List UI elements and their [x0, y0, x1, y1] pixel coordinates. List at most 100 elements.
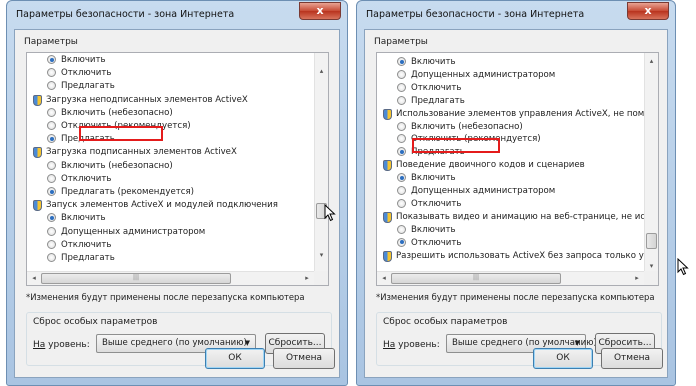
mouse-cursor-icon — [677, 258, 689, 276]
setting-label: Загрузка подписанных элементов ActiveX — [46, 147, 237, 158]
setting-label: Показывать видео и анимацию на веб-стран… — [396, 211, 656, 222]
left-client-area: Параметры Предлагать Отключить Допущенных … — [14, 29, 340, 378]
settings-category-icon — [382, 160, 392, 172]
right-settings-list[interactable]: Разрешить использовать ActiveX без запро… — [376, 52, 659, 286]
setting-label: Отключить — [61, 173, 112, 184]
radio-unchecked-icon[interactable] — [397, 82, 406, 92]
setting-label: Отключить — [411, 237, 462, 248]
left-ok-button[interactable]: ОК — [205, 348, 265, 369]
setting-label: Поведение двоичного кодов и сценариев — [396, 160, 585, 171]
setting-radio-option[interactable]: Включить — [47, 54, 106, 66]
radio-unchecked-icon[interactable] — [47, 226, 56, 236]
radio-unchecked-icon[interactable] — [47, 81, 56, 91]
setting-label: Включить (небезопасно) — [61, 160, 173, 171]
scroll-up-icon[interactable]: ▴ — [316, 65, 327, 77]
radio-checked-icon[interactable] — [47, 213, 56, 223]
setting-radio-option[interactable]: Допущенных администратором — [397, 69, 555, 81]
radio-unchecked-icon[interactable] — [47, 68, 56, 78]
scroll-left-icon[interactable]: ◂ — [378, 273, 390, 284]
right-scroll-corner — [644, 271, 658, 285]
setting-label: Предлагать — [411, 95, 465, 106]
right-cancel-button[interactable]: Отмена — [601, 348, 663, 369]
radio-checked-icon[interactable] — [47, 187, 56, 196]
setting-label: Разрешить использовать ActiveX без запро… — [396, 250, 654, 261]
setting-radio-option[interactable]: Допущенных администратором — [397, 185, 555, 197]
left-horizontal-scrollbar[interactable]: ◂ ||| ▸ — [27, 271, 314, 285]
radio-unchecked-icon[interactable] — [397, 186, 406, 195]
right-scroll-thumb[interactable] — [646, 233, 657, 249]
radio-unchecked-icon[interactable] — [47, 160, 56, 170]
radio-unchecked-icon[interactable] — [47, 239, 56, 249]
setting-radio-option[interactable]: Включить (небезопасно) — [397, 121, 523, 133]
right-restart-note: *Изменения будут применены после перезап… — [376, 292, 655, 302]
right-horizontal-scrollbar[interactable]: ◂ ||| ▸ — [377, 271, 644, 285]
left-hscroll-thumb[interactable]: ||| — [41, 273, 231, 284]
scroll-right-icon[interactable]: ▸ — [301, 273, 313, 284]
setting-radio-option[interactable]: Отключить — [397, 198, 461, 210]
radio-unchecked-icon[interactable] — [397, 95, 406, 105]
setting-radio-option[interactable]: Отключить — [397, 237, 461, 249]
left-title-bar[interactable]: Параметры безопасности - зона Интернета … — [7, 1, 347, 29]
left-restart-note: *Изменения будут применены после перезап… — [26, 292, 305, 302]
setting-radio-option[interactable]: Предлагать — [47, 80, 115, 92]
right-close-button[interactable]: x — [627, 2, 669, 20]
radio-checked-icon[interactable] — [397, 147, 406, 157]
setting-category-header: Запуск элементов ActiveX и модулей подкл… — [32, 199, 278, 212]
left-cancel-button[interactable]: Отмена — [273, 348, 335, 369]
setting-radio-option[interactable]: Предлагать — [397, 95, 465, 107]
left-security-dialog: Параметры безопасности - зона Интернета … — [6, 0, 348, 386]
right-vertical-scrollbar[interactable]: ▴ ▾ — [644, 53, 658, 271]
right-ok-button[interactable]: ОК — [533, 348, 593, 369]
setting-radio-option[interactable]: Предлагать (рекомендуется) — [47, 186, 194, 198]
radio-checked-icon[interactable] — [397, 57, 406, 66]
setting-radio-option[interactable]: Отключить — [47, 173, 111, 185]
right-highlight-box — [412, 138, 500, 153]
radio-unchecked-icon[interactable] — [47, 107, 56, 117]
radio-unchecked-icon[interactable] — [397, 121, 406, 131]
left-settings-list[interactable]: Предлагать Отключить Допущенных администра… — [26, 52, 329, 286]
radio-unchecked-icon[interactable] — [397, 134, 406, 144]
radio-unchecked-icon[interactable] — [397, 69, 406, 79]
left-close-button[interactable]: x — [299, 2, 341, 20]
radio-checked-icon[interactable] — [47, 55, 56, 64]
setting-radio-option[interactable]: Отключить — [397, 82, 461, 94]
radio-checked-icon[interactable] — [397, 173, 406, 183]
setting-radio-option[interactable]: Допущенных администратором — [47, 226, 205, 238]
setting-radio-option[interactable]: Предлагать — [47, 252, 115, 264]
setting-radio-option[interactable]: Отключить — [47, 239, 111, 251]
scroll-up-icon[interactable]: ▴ — [646, 55, 657, 67]
setting-radio-option[interactable]: Включить — [47, 212, 106, 224]
setting-label: Отключить — [411, 82, 462, 93]
scroll-left-icon[interactable]: ◂ — [28, 273, 40, 284]
radio-checked-icon[interactable] — [47, 134, 56, 144]
setting-label: Включить — [411, 224, 456, 235]
scroll-down-icon[interactable]: ▾ — [316, 249, 327, 261]
settings-category-icon — [382, 108, 392, 120]
setting-label: Включить — [61, 213, 106, 224]
setting-radio-option[interactable]: Отключить — [47, 67, 111, 79]
radio-unchecked-icon[interactable] — [47, 253, 56, 262]
left-vertical-scrollbar[interactable]: ▴ ▾ — [314, 53, 328, 271]
radio-checked-icon[interactable] — [397, 237, 406, 247]
right-reset-group-label: Сброс особых параметров — [383, 317, 508, 327]
setting-category-header: Поведение двоичного кодов и сценариев — [382, 159, 585, 172]
radio-unchecked-icon[interactable] — [47, 173, 56, 183]
setting-radio-option[interactable]: Включить — [397, 56, 456, 68]
setting-radio-option[interactable]: Включить (небезопасно) — [47, 107, 173, 119]
setting-radio-option[interactable]: Включить (небезопасно) — [47, 160, 173, 172]
left-scroll-corner — [314, 271, 328, 285]
left-highlight-box — [79, 126, 163, 141]
radio-unchecked-icon[interactable] — [47, 121, 56, 130]
right-settings-group-label: Параметры — [374, 37, 428, 47]
setting-category-header: Разрешить использовать ActiveX без запро… — [382, 250, 654, 262]
setting-label: Запуск элементов ActiveX и модулей подкл… — [46, 200, 278, 211]
radio-unchecked-icon[interactable] — [397, 198, 406, 208]
left-level-value: Выше среднего (по умолчанию) — [102, 338, 247, 348]
scroll-right-icon[interactable]: ▸ — [631, 273, 643, 284]
setting-radio-option[interactable]: Включить — [397, 224, 456, 236]
setting-label: Включить — [61, 55, 106, 65]
right-title-bar[interactable]: Параметры безопасности - зона Интернета … — [357, 1, 675, 29]
right-hscroll-thumb[interactable]: ||| — [391, 273, 561, 284]
setting-radio-option[interactable]: Включить — [397, 172, 456, 184]
radio-unchecked-icon[interactable] — [397, 224, 406, 234]
